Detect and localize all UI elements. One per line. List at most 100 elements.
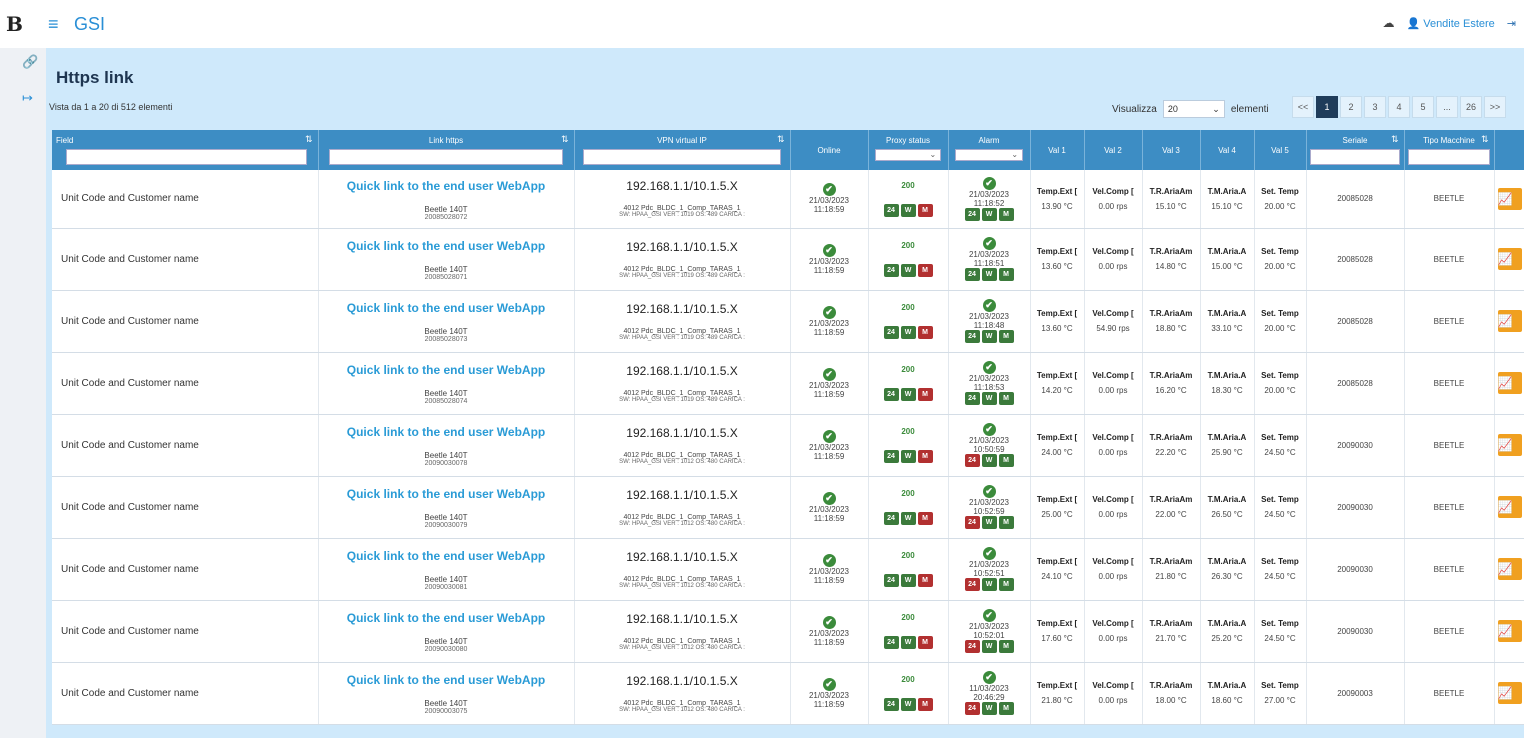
badge-m[interactable]: M: [917, 636, 933, 649]
page-3[interactable]: 3: [1364, 96, 1386, 118]
webapp-link[interactable]: Quick link to the end user WebApp: [319, 301, 574, 315]
chart-icon[interactable]: 📈: [1497, 434, 1522, 456]
badge-24[interactable]: 24: [964, 330, 980, 343]
badge-24[interactable]: 24: [964, 268, 980, 281]
badge-w[interactable]: W: [900, 574, 916, 587]
badge-m[interactable]: M: [998, 392, 1014, 405]
app-logo[interactable]: B: [0, 12, 40, 36]
badge-24[interactable]: 24: [883, 512, 899, 525]
webapp-link[interactable]: Quick link to the end user WebApp: [319, 611, 574, 625]
badge-m[interactable]: M: [917, 512, 933, 525]
badge-m[interactable]: M: [998, 454, 1014, 467]
badge-24[interactable]: 24: [964, 392, 980, 405]
alarm-filter-select[interactable]: ⌄: [954, 149, 1024, 161]
badge-m[interactable]: M: [917, 698, 933, 711]
badge-w[interactable]: W: [981, 516, 997, 529]
link-icon[interactable]: 🔗: [22, 54, 38, 70]
badge-m[interactable]: M: [998, 268, 1014, 281]
badge-w[interactable]: W: [981, 268, 997, 281]
badge-w[interactable]: W: [900, 264, 916, 277]
badge-24[interactable]: 24: [883, 698, 899, 711]
badge-m[interactable]: M: [917, 264, 933, 277]
chart-icon[interactable]: 📈: [1497, 496, 1522, 518]
sort-icon[interactable]: ⇅: [1481, 134, 1489, 145]
badge-m[interactable]: M: [998, 516, 1014, 529]
proxy-filter-select[interactable]: ⌄: [874, 149, 942, 161]
badge-w[interactable]: W: [981, 330, 997, 343]
badge-w[interactable]: W: [900, 512, 916, 525]
exit-icon[interactable]: ↦: [22, 90, 33, 106]
badge-m[interactable]: M: [998, 640, 1014, 653]
page-length-select[interactable]: 20 ⌄: [1162, 100, 1225, 118]
badge-24[interactable]: 24: [883, 636, 899, 649]
badge-24[interactable]: 24: [883, 203, 899, 217]
badge-24[interactable]: 24: [964, 640, 980, 653]
badge-m[interactable]: M: [998, 702, 1014, 715]
webapp-link[interactable]: Quick link to the end user WebApp: [319, 179, 574, 193]
badge-m[interactable]: M: [917, 326, 933, 339]
chart-icon[interactable]: 📈: [1497, 682, 1522, 704]
menu-icon[interactable]: ≡: [48, 14, 68, 35]
badge-w[interactable]: W: [981, 392, 997, 405]
link-filter-input[interactable]: [328, 149, 564, 165]
webapp-link[interactable]: Quick link to the end user WebApp: [319, 239, 574, 253]
vpn-filter-input[interactable]: [583, 149, 781, 165]
page-5[interactable]: 5: [1412, 96, 1434, 118]
badge-24[interactable]: 24: [883, 450, 899, 463]
badge-24[interactable]: 24: [964, 454, 980, 467]
badge-w[interactable]: W: [900, 203, 916, 217]
logout-icon[interactable]: ⇥: [1507, 17, 1516, 30]
badge-24[interactable]: 24: [883, 326, 899, 339]
chart-icon[interactable]: 📈: [1497, 620, 1522, 642]
serial-filter-input[interactable]: [1310, 149, 1400, 165]
page-first[interactable]: <<: [1292, 96, 1314, 118]
badge-24[interactable]: 24: [883, 574, 899, 587]
user-menu[interactable]: 👤 Vendite Estere: [1406, 17, 1494, 30]
page-4[interactable]: 4: [1388, 96, 1410, 118]
badge-24[interactable]: 24: [964, 702, 980, 715]
chart-icon[interactable]: 📈: [1497, 187, 1522, 210]
badge-w[interactable]: W: [900, 636, 916, 649]
badge-w[interactable]: W: [900, 388, 916, 401]
badge-w[interactable]: W: [900, 326, 916, 339]
col-link[interactable]: Link https ⇅: [318, 130, 575, 170]
badge-w[interactable]: W: [981, 207, 997, 221]
badge-w[interactable]: W: [981, 702, 997, 715]
col-vpn[interactable]: VPN virtual IP ⇅: [574, 130, 791, 170]
badge-m[interactable]: M: [998, 207, 1014, 221]
badge-w[interactable]: W: [900, 698, 916, 711]
badge-m[interactable]: M: [917, 574, 933, 587]
badge-24[interactable]: 24: [964, 578, 980, 591]
badge-m[interactable]: M: [998, 330, 1014, 343]
badge-m[interactable]: M: [917, 450, 933, 463]
badge-24[interactable]: 24: [964, 207, 980, 221]
badge-24[interactable]: 24: [883, 388, 899, 401]
chart-icon[interactable]: 📈: [1497, 310, 1522, 332]
field-filter-input[interactable]: [66, 149, 308, 165]
page-26[interactable]: 26: [1460, 96, 1482, 118]
chart-icon[interactable]: 📈: [1497, 372, 1522, 394]
machine-filter-input[interactable]: [1408, 149, 1490, 165]
badge-w[interactable]: W: [981, 640, 997, 653]
page-last[interactable]: >>: [1484, 96, 1506, 118]
cloud-icon[interactable]: ☁: [1382, 16, 1394, 30]
webapp-link[interactable]: Quick link to the end user WebApp: [319, 487, 574, 501]
badge-m[interactable]: M: [917, 388, 933, 401]
sort-icon[interactable]: ⇅: [777, 134, 785, 145]
page-2[interactable]: 2: [1340, 96, 1362, 118]
webapp-link[interactable]: Quick link to the end user WebApp: [319, 673, 574, 687]
webapp-link[interactable]: Quick link to the end user WebApp: [319, 363, 574, 377]
col-serial[interactable]: Seriale ⇅: [1306, 130, 1405, 170]
sort-icon[interactable]: ⇅: [561, 134, 569, 145]
chart-icon[interactable]: 📈: [1497, 248, 1522, 270]
chart-icon[interactable]: 📈: [1497, 558, 1522, 580]
badge-m[interactable]: M: [998, 578, 1014, 591]
col-machine[interactable]: Tipo Macchine ⇅: [1404, 130, 1495, 170]
webapp-link[interactable]: Quick link to the end user WebApp: [319, 549, 574, 563]
badge-24[interactable]: 24: [964, 516, 980, 529]
badge-w[interactable]: W: [981, 578, 997, 591]
badge-w[interactable]: W: [900, 450, 916, 463]
app-title[interactable]: GSI: [74, 14, 105, 35]
badge-24[interactable]: 24: [883, 264, 899, 277]
badge-m[interactable]: M: [917, 203, 933, 217]
